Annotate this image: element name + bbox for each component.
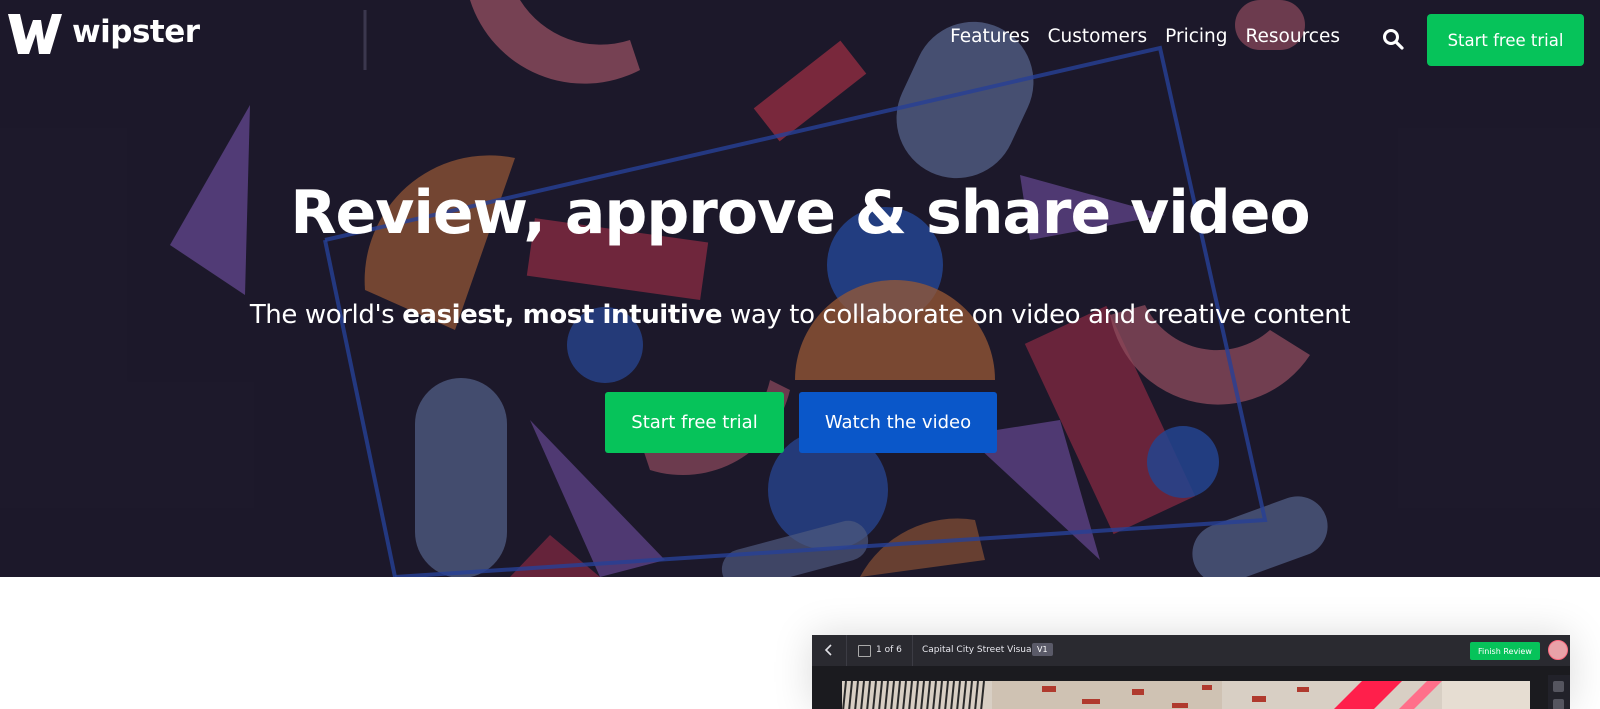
media-preview-image — [842, 681, 1530, 709]
hero-start-trial-button[interactable]: Start free trial — [605, 392, 784, 453]
brand-name: wipster — [72, 14, 200, 50]
finish-review-button[interactable]: Finish Review — [1470, 642, 1540, 660]
pages-icon — [858, 645, 871, 657]
divider — [912, 635, 913, 666]
search-icon[interactable] — [1382, 28, 1404, 50]
hero-section: wipster Features Customers Pricing Resou… — [0, 0, 1600, 577]
hero-headline: Review, approve & share video — [290, 178, 1310, 248]
watch-video-button[interactable]: Watch the video — [799, 392, 997, 453]
wipster-w-logo-icon — [8, 14, 62, 54]
version-badge[interactable]: V1 — [1032, 643, 1053, 656]
nav-links: Features Customers Pricing Resources — [950, 26, 1340, 47]
chevron-left-icon[interactable] — [822, 643, 836, 657]
comment-icon[interactable] — [1553, 699, 1564, 709]
preview-toolbar: 1 of 6 Capital City Street Visuals V1 Fi… — [812, 635, 1570, 666]
nav-link-customers[interactable]: Customers — [1048, 26, 1148, 47]
page-indicator[interactable]: 1 of 6 — [876, 645, 902, 655]
subheadline-bold: easiest, most intuitive — [402, 300, 723, 330]
nav-link-features[interactable]: Features — [950, 26, 1030, 47]
brand-logo[interactable]: wipster — [6, 10, 200, 58]
hero-overlay — [0, 0, 1600, 577]
nav-start-trial-button[interactable]: Start free trial — [1427, 14, 1584, 66]
avatar[interactable] — [1548, 640, 1568, 660]
app-preview: 1 of 6 Capital City Street Visuals V1 Fi… — [812, 635, 1570, 709]
subheadline-post: way to collaborate on video and creative… — [722, 300, 1351, 330]
project-title: Capital City Street Visuals — [922, 645, 1039, 655]
top-navigation: wipster Features Customers Pricing Resou… — [0, 0, 1600, 80]
info-icon[interactable] — [1553, 681, 1564, 692]
preview-side-rail — [1548, 675, 1570, 709]
nav-link-pricing[interactable]: Pricing — [1165, 26, 1227, 47]
nav-link-resources[interactable]: Resources — [1246, 26, 1340, 47]
subheadline-pre: The world's — [249, 300, 403, 330]
hero-subheadline: The world's easiest, most intuitive way … — [0, 300, 1600, 330]
divider — [846, 635, 847, 666]
